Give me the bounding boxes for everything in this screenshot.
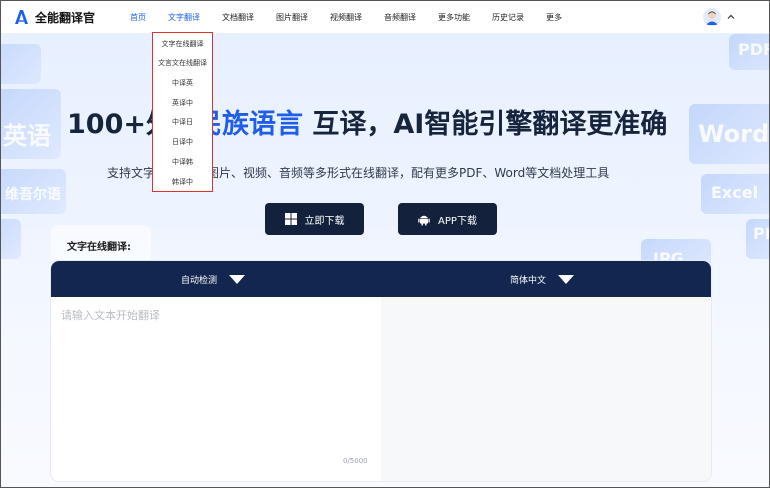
app-download-button[interactable]: APP下载 [398,203,497,235]
nav-item-audio-translate[interactable]: 音频翻译 [384,12,416,23]
deco-word: Word [698,120,769,148]
deco-ppt: PPT [753,224,769,243]
avatar[interactable] [703,8,721,26]
translator-tab-label: 文字在线翻译: [67,242,131,253]
translator-panel: 自动检测 简体中文 0/5000 [51,261,711,481]
dropdown-item-zh-en[interactable]: 中译英 [153,78,212,88]
windows-icon [284,213,297,225]
browser-frame: 全能翻译官 首页 文字翻译 文档翻译 图片翻译 视频翻译 音频翻译 更多功能 历… [0,0,770,488]
nav-item-text-translate[interactable]: 文字翻译 [168,12,200,23]
target-language-select[interactable]: 简体中文 [510,273,575,286]
android-icon [418,215,430,226]
headline-suffix: 互译，AI智能引擎翻译更准确 [312,109,668,140]
dropdown-item-zh-ja[interactable]: 中译日 [153,117,212,127]
caret-down-icon [558,275,575,284]
main-nav: 首页 文字翻译 文档翻译 图片翻译 视频翻译 音频翻译 更多功能 历史记录 更多 [130,1,584,34]
user-menu[interactable] [703,8,735,26]
logo[interactable]: 全能翻译官 [13,9,95,26]
nav-item-image-translate[interactable]: 图片翻译 [276,12,308,23]
deco-pdf: PDF [738,40,769,59]
source-text-area: 0/5000 [51,297,381,481]
text-translate-dropdown: 文字在线翻译 文言文在线翻译 中译英 英译中 中译日 日译中 中译韩 韩译中 [152,32,213,192]
nav-item-more-features[interactable]: 更多功能 [438,12,470,23]
logo-icon [15,10,28,24]
top-header: 全能翻译官 首页 文字翻译 文档翻译 图片翻译 视频翻译 音频翻译 更多功能 历… [1,1,769,34]
char-counter: 0/5000 [343,457,368,465]
subline-left: 支持文字 [107,166,156,180]
caret-down-icon [229,275,246,284]
source-language-select[interactable]: 自动检测 [181,273,246,286]
nav-item-history[interactable]: 历史记录 [492,12,524,23]
dropdown-item-zh-ko[interactable]: 中译韩 [153,157,212,167]
target-language-label: 简体中文 [510,276,547,286]
deco-uyghur: 维吾尔语 [5,187,61,203]
app-download-button-label: APP下载 [438,215,477,227]
chevron-up-icon[interactable] [727,13,735,21]
dropdown-item-ja-zh[interactable]: 日译中 [153,137,212,147]
deco-excel: Excel [711,183,759,202]
logo-text: 全能翻译官 [35,10,96,25]
language-bar: 自动检测 简体中文 [51,261,711,297]
download-button-label: 立即下载 [304,215,345,227]
dropdown-item-classical-chinese[interactable]: 文言文在线翻译 [153,58,212,68]
deco-card-left-4 [1,219,21,259]
dropdown-item-text-online[interactable]: 文字在线翻译 [153,39,212,49]
nav-item-home[interactable]: 首页 [130,12,146,23]
download-button[interactable]: 立即下载 [265,203,364,235]
nav-item-more[interactable]: 更多 [546,12,562,23]
deco-english: 英语 [3,122,51,150]
dropdown-item-ko-zh[interactable]: 韩译中 [153,177,212,187]
source-text-input[interactable] [61,307,371,447]
dropdown-item-en-zh[interactable]: 英译中 [153,98,212,108]
source-language-label: 自动检测 [181,276,218,286]
nav-item-document-translate[interactable]: 文档翻译 [222,12,254,23]
user-avatar-icon [703,8,721,26]
translation-output [381,297,711,481]
subline-right: 图片、视频、音频等多形式在线翻译，配有更多PDF、Word等文档处理工具 [207,166,610,180]
nav-item-video-translate[interactable]: 视频翻译 [330,12,362,23]
deco-card-left-1 [1,44,41,84]
